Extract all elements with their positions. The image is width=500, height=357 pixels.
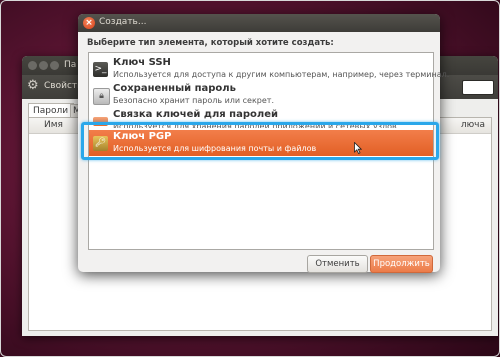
cancel-button[interactable]: Отменить (307, 255, 368, 273)
list-item-saved-password[interactable]: 🔒︎ Сохраненный пароль Безопасно хранит п… (89, 82, 433, 108)
seahorse-window-title: Па (64, 60, 77, 70)
terminal-icon: >_ (93, 62, 108, 77)
item-description: Безопасно хранит пароль или секрет. (113, 96, 274, 105)
close-window-button[interactable] (28, 61, 37, 70)
dialog-title: Создать... (99, 17, 147, 27)
dialog-prompt: Выберите тип элемента, который хотите со… (87, 38, 334, 48)
list-item-ssh-key[interactable]: >_ Ключ SSH Используется для доступа к д… (89, 56, 449, 82)
close-icon[interactable]: × (83, 17, 95, 29)
selection-highlight-box (81, 122, 439, 160)
item-title: Сохраненный пароль (113, 83, 236, 94)
item-title: Связка ключей для паролей (113, 109, 278, 120)
mouse-pointer-icon (354, 142, 362, 154)
continue-button[interactable]: Продолжить (370, 255, 433, 273)
column-key-header[interactable]: лючa (461, 120, 485, 130)
dialog-titlebar: × Создать... (78, 14, 440, 32)
item-title: Ключ SSH (113, 57, 171, 68)
window-controls (28, 61, 61, 73)
column-name-header[interactable]: Имя (44, 120, 63, 130)
lock-icon: 🔒︎ (93, 88, 110, 105)
minimize-window-button[interactable] (39, 61, 48, 70)
gear-icon[interactable]: ⚙ (27, 78, 39, 93)
item-description: Используется для доступа к другим компью… (113, 70, 450, 79)
tab-passwords[interactable]: Пароли (28, 103, 74, 118)
properties-button[interactable]: Свойств (44, 81, 82, 91)
maximize-window-button[interactable] (50, 61, 59, 70)
search-input[interactable] (462, 80, 494, 95)
